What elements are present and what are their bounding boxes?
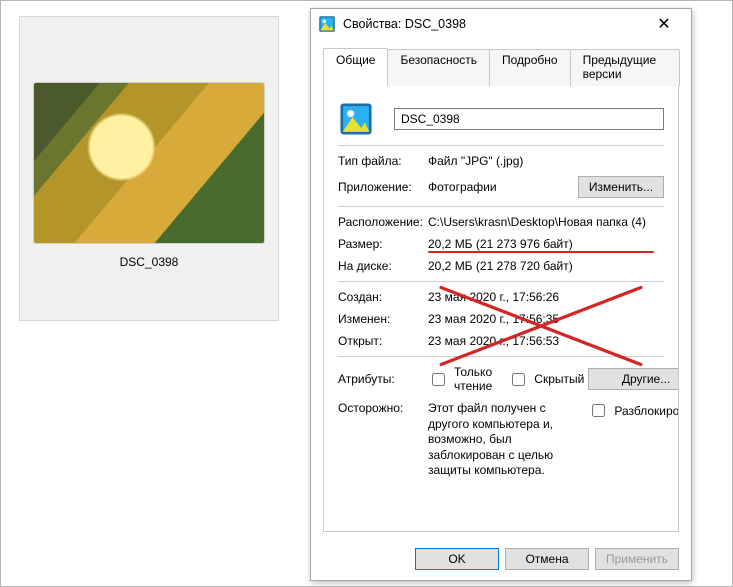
value-size-on-disk: 20,2 МБ (21 278 720 байт) xyxy=(428,259,664,273)
tab-details[interactable]: Подробно xyxy=(489,49,571,86)
other-attributes-button[interactable]: Другие... xyxy=(588,368,679,390)
properties-dialog: Свойства: DSC_0398 ✕ Общие Безопасность … xyxy=(310,8,692,581)
dialog-title: Свойства: DSC_0398 xyxy=(343,17,635,31)
hidden-checkbox-label[interactable]: Скрытый xyxy=(508,365,584,393)
change-app-button[interactable]: Изменить... xyxy=(578,176,664,198)
close-button[interactable]: ✕ xyxy=(643,9,685,39)
tab-general[interactable]: Общие xyxy=(323,48,388,85)
annotation-underline-icon xyxy=(428,251,654,253)
tabs: Общие Безопасность Подробно Предыдущие в… xyxy=(323,47,679,85)
filename-input[interactable] xyxy=(394,108,664,130)
value-app: Фотографии xyxy=(428,180,574,194)
unblock-checkbox-label[interactable]: Разблокировать xyxy=(588,401,679,420)
value-caution: Этот файл получен с другого компьютера и… xyxy=(428,401,584,479)
separator xyxy=(338,206,664,207)
unblock-text: Разблокировать xyxy=(614,404,679,418)
label-size: Размер: xyxy=(338,237,424,251)
file-type-icon xyxy=(338,101,374,137)
readonly-text: Только чтение xyxy=(454,365,492,393)
label-app: Приложение: xyxy=(338,180,424,194)
value-accessed: 23 мая 2020 г., 17:56:53 xyxy=(428,334,664,348)
unblock-checkbox[interactable] xyxy=(592,404,605,417)
image-file-icon xyxy=(319,16,335,32)
label-created: Создан: xyxy=(338,290,424,304)
readonly-checkbox-label[interactable]: Только чтение xyxy=(428,365,492,393)
label-caution: Осторожно: xyxy=(338,401,424,415)
dialog-footer: OK Отмена Применить xyxy=(311,542,691,580)
label-location: Расположение: xyxy=(338,215,424,229)
value-size-text: 20,2 МБ (21 273 976 байт) xyxy=(428,237,573,251)
cancel-button[interactable]: Отмена xyxy=(505,548,589,570)
label-size-on-disk: На диске: xyxy=(338,259,424,273)
value-created: 23 мая 2020 г., 17:56:26 xyxy=(428,290,664,304)
hidden-text: Скрытый xyxy=(534,372,584,386)
label-attributes: Атрибуты: xyxy=(338,372,424,386)
value-modified: 23 мая 2020 г., 17:56:35 xyxy=(428,312,664,326)
titlebar[interactable]: Свойства: DSC_0398 ✕ xyxy=(311,9,691,39)
apply-button[interactable]: Применить xyxy=(595,548,679,570)
tab-previous[interactable]: Предыдущие версии xyxy=(570,49,680,86)
thumbnail-panel: DSC_0398 xyxy=(19,16,279,321)
attributes-row: Только чтение Скрытый xyxy=(428,365,584,393)
value-type: Файл "JPG" (.jpg) xyxy=(428,154,574,168)
separator xyxy=(338,281,664,282)
hidden-checkbox[interactable] xyxy=(512,373,525,386)
tab-panel-general: Тип файла: Файл "JPG" (.jpg) Приложение:… xyxy=(323,85,679,532)
tab-security[interactable]: Безопасность xyxy=(387,49,490,86)
label-type: Тип файла: xyxy=(338,154,424,168)
thumbnail-image[interactable] xyxy=(34,83,264,243)
ok-button[interactable]: OK xyxy=(415,548,499,570)
value-size: 20,2 МБ (21 273 976 байт) xyxy=(428,237,664,251)
readonly-checkbox[interactable] xyxy=(432,373,445,386)
thumbnail-caption[interactable]: DSC_0398 xyxy=(20,255,278,269)
label-modified: Изменен: xyxy=(338,312,424,326)
close-icon: ✕ xyxy=(657,14,670,34)
label-accessed: Открыт: xyxy=(338,334,424,348)
value-location: C:\Users\krasn\Desktop\Новая папка (4) xyxy=(428,215,664,229)
separator xyxy=(338,145,664,146)
separator xyxy=(338,356,664,357)
